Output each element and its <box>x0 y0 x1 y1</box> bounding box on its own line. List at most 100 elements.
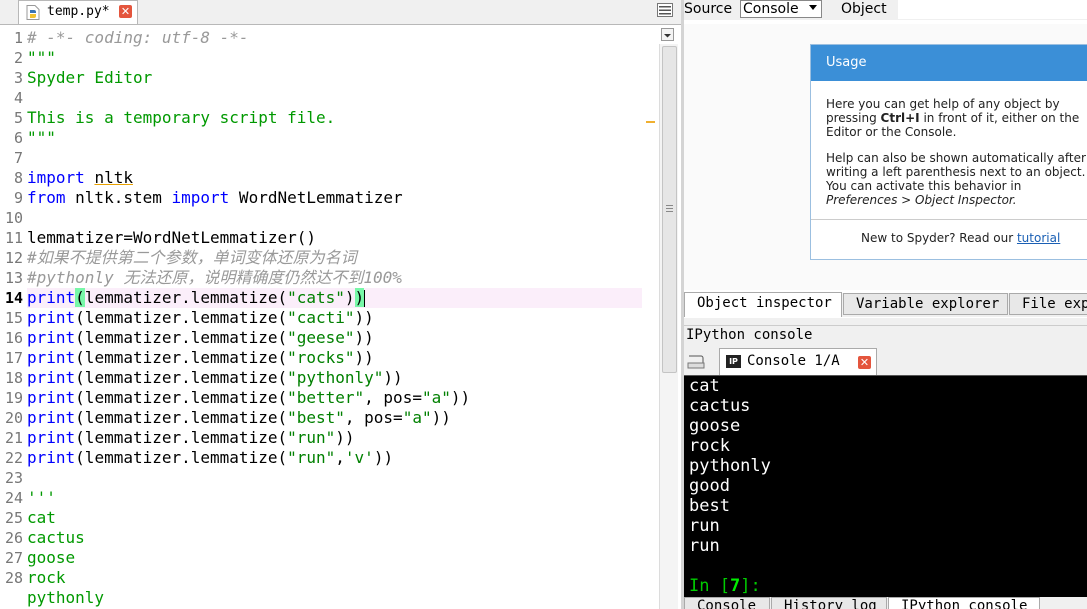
source-select[interactable]: Console <box>740 0 822 18</box>
tab-console[interactable]: Console <box>684 597 770 609</box>
line-number: 25 <box>4 509 23 527</box>
close-icon[interactable]: ✕ <box>858 356 871 369</box>
code-line-current: print(lemmatizer.lemmatize("cats")) <box>27 288 642 308</box>
line-number: 12 <box>4 249 23 267</box>
line-number: 9 <box>13 189 23 207</box>
line-number: 7 <box>13 149 23 167</box>
line-number: 13 <box>4 269 23 287</box>
line-number-gutter: 1 2 3 4 5 6 7 8 9 10 11 12 13 14 15 16 17 18 19 20 21 22 23 24 2… <box>0 28 24 588</box>
options-icon[interactable] <box>687 355 705 369</box>
line-number: 16 <box>4 329 23 347</box>
editor-pane: temp.py* ✕ 1 2 3 4 5 6 7 8 9 10 11 12 13 14 15 16 17 18 19… <box>0 0 681 609</box>
output-line: cat <box>689 376 720 396</box>
line-number: 4 <box>13 89 23 107</box>
divider <box>811 219 1087 220</box>
close-icon[interactable]: ✕ <box>119 5 132 18</box>
line-number: 5 <box>13 109 23 127</box>
output-line: run <box>689 516 720 536</box>
text-cursor <box>364 290 366 307</box>
code-line: print(lemmatizer.lemmatize("run",'v')) <box>27 448 394 467</box>
code-line: Spyder Editor <box>27 68 153 87</box>
line-number: 24 <box>4 489 23 507</box>
code-line: print(lemmatizer.lemmatize("pythonly")) <box>27 368 403 387</box>
editor-tab-bar: temp.py* ✕ <box>0 0 681 25</box>
code-line: cactus <box>27 528 85 547</box>
code-area[interactable]: # -*- coding: utf-8 -*- """ Spyder Edito… <box>27 28 642 608</box>
ipython-icon: IP <box>726 355 741 368</box>
code-line: import nltk <box>27 168 133 187</box>
warning-flag-marker <box>646 121 655 123</box>
editor-tab-temp-py[interactable]: temp.py* ✕ <box>18 0 138 24</box>
code-line: print(lemmatizer.lemmatize("cacti")) <box>27 308 374 327</box>
console-bottom-tab-bar: Console History log IPython console <box>684 597 1087 609</box>
console-output[interactable]: cat cactus goose rock pythonly good best… <box>684 375 1087 598</box>
usage-footer: New to Spyder? Read our tutorial <box>861 231 1061 245</box>
line-number: 15 <box>4 309 23 327</box>
output-line: cactus <box>689 396 751 416</box>
output-line: best <box>689 496 730 516</box>
line-number: 28 <box>4 569 23 587</box>
output-line: pythonly <box>689 456 771 476</box>
tab-ipython-console[interactable]: IPython console <box>888 597 1040 609</box>
inspector-toolbar: Source Console Object <box>684 0 1087 20</box>
line-number: 14 <box>4 289 23 307</box>
code-line: goose <box>27 548 76 567</box>
code-line: """ <box>27 128 56 147</box>
object-label: Object <box>841 1 887 17</box>
tutorial-link[interactable]: tutorial <box>1017 231 1060 245</box>
code-line: print(lemmatizer.lemmatize("run")) <box>27 428 355 447</box>
line-number: 26 <box>4 529 23 547</box>
usage-header: Usage <box>811 45 1087 81</box>
line-number: 23 <box>4 469 23 487</box>
tab-history-log[interactable]: History log <box>771 597 887 609</box>
output-line: run <box>689 536 720 556</box>
line-number: 8 <box>13 169 23 187</box>
output-line: rock <box>689 436 730 456</box>
line-number: 1 <box>13 29 23 47</box>
code-line: print(lemmatizer.lemmatize("rocks")) <box>27 348 374 367</box>
source-label: Source <box>684 1 733 17</box>
inspector-tab-bar: Object inspector Variable explorer File … <box>684 292 1087 317</box>
tab-variable-explorer[interactable]: Variable explorer <box>843 293 1008 315</box>
code-line: """ <box>27 48 56 67</box>
line-number: 22 <box>4 449 23 467</box>
line-number: 6 <box>13 129 23 147</box>
code-line: This is a temporary script file. <box>27 108 336 127</box>
code-line: #如果不提供第二个参数，单词变体还原为名词 <box>27 248 357 267</box>
code-line: lemmatizer=WordNetLemmatizer() <box>27 228 316 247</box>
input-prompt[interactable]: In [7]: <box>689 576 761 596</box>
line-number: 27 <box>4 549 23 567</box>
help-area: Usage Here you can get help of any objec… <box>684 24 1087 290</box>
python-file-icon <box>26 5 40 20</box>
usage-panel: Usage Here you can get help of any objec… <box>810 44 1087 260</box>
editor-vertical-scrollbar[interactable] <box>659 44 678 609</box>
output-line: goose <box>689 416 741 436</box>
chevron-down-icon <box>809 5 817 10</box>
tab-console-1a[interactable]: IP Console 1/A ✕ <box>719 348 877 375</box>
pane-menu-icon[interactable] <box>657 3 673 17</box>
code-line: print(lemmatizer.lemmatize("better", pos… <box>27 388 471 407</box>
code-line: print(lemmatizer.lemmatize("best", pos="… <box>27 408 451 427</box>
line-number: 19 <box>4 389 23 407</box>
console-tab-label: Console 1/A <box>747 353 840 369</box>
tab-object-inspector[interactable]: Object inspector <box>684 292 842 317</box>
editor-tab-label: temp.py* <box>47 4 110 19</box>
code-line: ''' <box>27 488 56 507</box>
line-number: 10 <box>4 209 23 227</box>
source-select-value: Console <box>743 1 799 17</box>
code-line: # -*- coding: utf-8 -*- <box>27 28 249 47</box>
scrollbar-thumb[interactable] <box>662 46 677 373</box>
ipython-pane-title: IPython console <box>684 325 1087 346</box>
usage-text: Here you can get help of any object by p… <box>826 97 1080 139</box>
line-number: 21 <box>4 429 23 447</box>
tab-file-explorer[interactable]: File explorer <box>1009 293 1087 315</box>
object-input[interactable] <box>898 0 1087 19</box>
code-line: cat <box>27 508 56 527</box>
output-line: good <box>689 476 730 496</box>
usage-text: Help can also be shown automatically aft… <box>826 151 1086 207</box>
options-icon[interactable] <box>661 28 674 41</box>
line-number: 3 <box>13 69 23 87</box>
